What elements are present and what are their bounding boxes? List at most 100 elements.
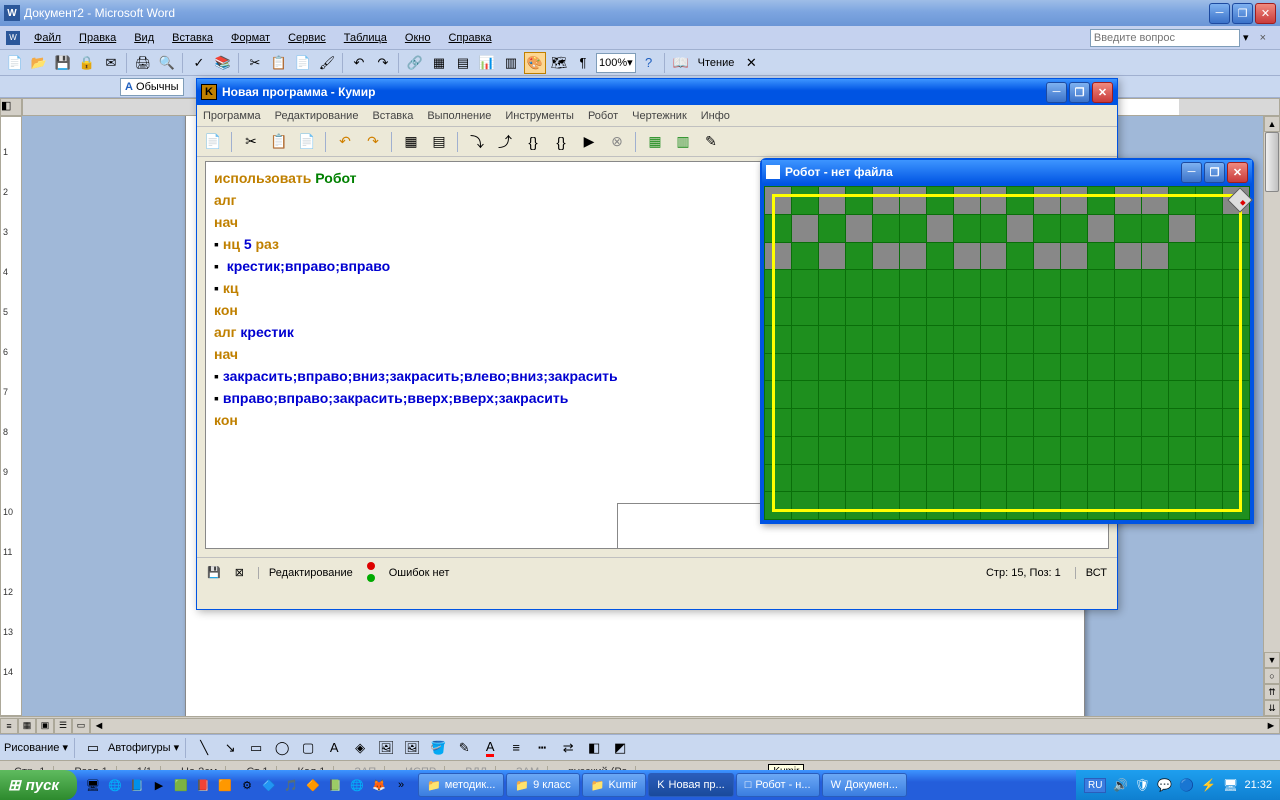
dash-style-icon[interactable]: ┅ [531, 737, 553, 759]
kumir-code-editor[interactable]: использовать Робот алг нач ▪ нц 5 раз ▪ … [205, 161, 807, 549]
reading-view-icon[interactable]: ▭ [72, 718, 90, 734]
ql-app12-icon[interactable]: 🦊 [369, 774, 389, 796]
robot-cell[interactable] [791, 270, 818, 298]
robot-cell[interactable] [765, 436, 792, 464]
scroll-right-icon[interactable]: ► [1263, 719, 1279, 733]
robot-cell[interactable] [1034, 353, 1061, 381]
robot-cell[interactable] [980, 436, 1007, 464]
robot-cell[interactable] [1169, 298, 1196, 326]
robot-cell[interactable] [845, 187, 872, 215]
robot-cell[interactable] [872, 353, 899, 381]
k-run-icon[interactable]: {} [521, 130, 545, 154]
robot-cell[interactable] [980, 464, 1007, 492]
ql-app10-icon[interactable]: 📗 [325, 774, 345, 796]
robot-cell[interactable] [1061, 187, 1088, 215]
line-style-icon[interactable]: ≡ [505, 737, 527, 759]
robot-cell[interactable] [1222, 214, 1249, 242]
robot-cell[interactable] [791, 298, 818, 326]
robot-cell[interactable] [1088, 214, 1115, 242]
style-combo[interactable]: A Обычны [120, 78, 184, 96]
select-objects-icon[interactable]: ▭ [82, 737, 104, 759]
robot-cell[interactable] [953, 187, 980, 215]
kumir-maximize-button[interactable]: ❐ [1069, 82, 1090, 103]
k-step-into-icon[interactable]: ⤵ [465, 130, 489, 154]
robot-cell[interactable] [1034, 464, 1061, 492]
robot-cell[interactable] [1169, 214, 1196, 242]
menu-table[interactable]: Таблица [336, 30, 395, 46]
robot-cell[interactable] [1169, 353, 1196, 381]
ql-app3-icon[interactable]: 🟩 [171, 774, 191, 796]
k-run2-icon[interactable]: ▶ [577, 130, 601, 154]
robot-cell[interactable] [1142, 242, 1169, 270]
3d-icon[interactable]: ◩ [609, 737, 631, 759]
spell-icon[interactable]: ✓ [188, 52, 210, 74]
robot-cell[interactable] [1007, 492, 1034, 520]
picture-icon[interactable]: 🖼 [401, 737, 423, 759]
robot-cell[interactable] [1115, 436, 1142, 464]
robot-cell[interactable] [1034, 492, 1061, 520]
k-undo-icon[interactable]: ↶ [333, 130, 357, 154]
tray-icon-2[interactable]: 🛡 [1134, 777, 1150, 793]
robot-cell[interactable] [953, 492, 980, 520]
robot-cell[interactable] [1088, 270, 1115, 298]
robot-cell[interactable] [765, 381, 792, 409]
columns-icon[interactable]: ▥ [500, 52, 522, 74]
robot-cell[interactable] [1115, 187, 1142, 215]
taskbar-task[interactable]: 📁9 класс [506, 773, 579, 797]
robot-cell[interactable] [872, 492, 899, 520]
robot-cell[interactable] [1061, 298, 1088, 326]
menu-view[interactable]: Вид [126, 30, 162, 46]
robot-minimize-button[interactable]: ─ [1181, 162, 1202, 183]
robot-cell[interactable] [1142, 187, 1169, 215]
ql-ie-icon[interactable]: 🌐 [105, 774, 125, 796]
robot-cell[interactable] [1007, 187, 1034, 215]
tray-icon-3[interactable]: 💬 [1156, 777, 1172, 793]
robot-cell[interactable] [980, 214, 1007, 242]
robot-close-button[interactable]: ✕ [1227, 162, 1248, 183]
robot-cell[interactable] [872, 436, 899, 464]
robot-cell[interactable] [1088, 187, 1115, 215]
scroll-left-icon[interactable]: ◄ [91, 719, 107, 733]
robot-cell[interactable] [1034, 436, 1061, 464]
robot-cell[interactable] [791, 325, 818, 353]
robot-cell[interactable] [1088, 298, 1115, 326]
robot-cell[interactable] [1142, 325, 1169, 353]
robot-cell[interactable] [1142, 464, 1169, 492]
k-stop-icon[interactable]: ⊗ [605, 130, 629, 154]
tables-borders-icon[interactable]: ▦ [428, 52, 450, 74]
preview-icon[interactable]: 🔍 [156, 52, 178, 74]
robot-cell[interactable] [1222, 325, 1249, 353]
print-icon[interactable]: 🖨 [132, 52, 154, 74]
robot-cell[interactable] [1222, 353, 1249, 381]
tray-language[interactable]: RU [1084, 778, 1106, 793]
robot-cell[interactable] [980, 325, 1007, 353]
robot-cell[interactable] [1034, 242, 1061, 270]
robot-cell[interactable] [791, 242, 818, 270]
robot-cell[interactable] [1088, 436, 1115, 464]
robot-cell[interactable] [1061, 464, 1088, 492]
web-view-icon[interactable]: ▦ [18, 718, 36, 734]
tray-icon-6[interactable]: 🖥 [1222, 777, 1238, 793]
ql-app2-icon[interactable]: ▶ [149, 774, 169, 796]
kmenu-info[interactable]: Инфо [701, 110, 730, 122]
robot-cell[interactable] [953, 353, 980, 381]
k-new-icon[interactable]: 📄 [201, 130, 225, 154]
robot-cell[interactable] [818, 325, 845, 353]
robot-cell[interactable] [872, 187, 899, 215]
robot-cell[interactable] [1061, 492, 1088, 520]
robot-cell[interactable] [872, 214, 899, 242]
new-doc-icon[interactable]: 📄 [4, 52, 26, 74]
robot-cell[interactable] [845, 325, 872, 353]
robot-cell[interactable] [1142, 381, 1169, 409]
robot-cell[interactable] [818, 464, 845, 492]
robot-cell[interactable] [1034, 325, 1061, 353]
robot-cell[interactable] [1142, 353, 1169, 381]
robot-cell[interactable] [926, 464, 953, 492]
robot-cell[interactable] [899, 436, 926, 464]
word-close-button[interactable]: ✕ [1255, 3, 1276, 24]
robot-cell[interactable] [1169, 325, 1196, 353]
robot-cell[interactable] [1061, 353, 1088, 381]
robot-cell[interactable] [1034, 187, 1061, 215]
clipart-icon[interactable]: 🖼 [375, 737, 397, 759]
robot-cell[interactable] [765, 409, 792, 437]
